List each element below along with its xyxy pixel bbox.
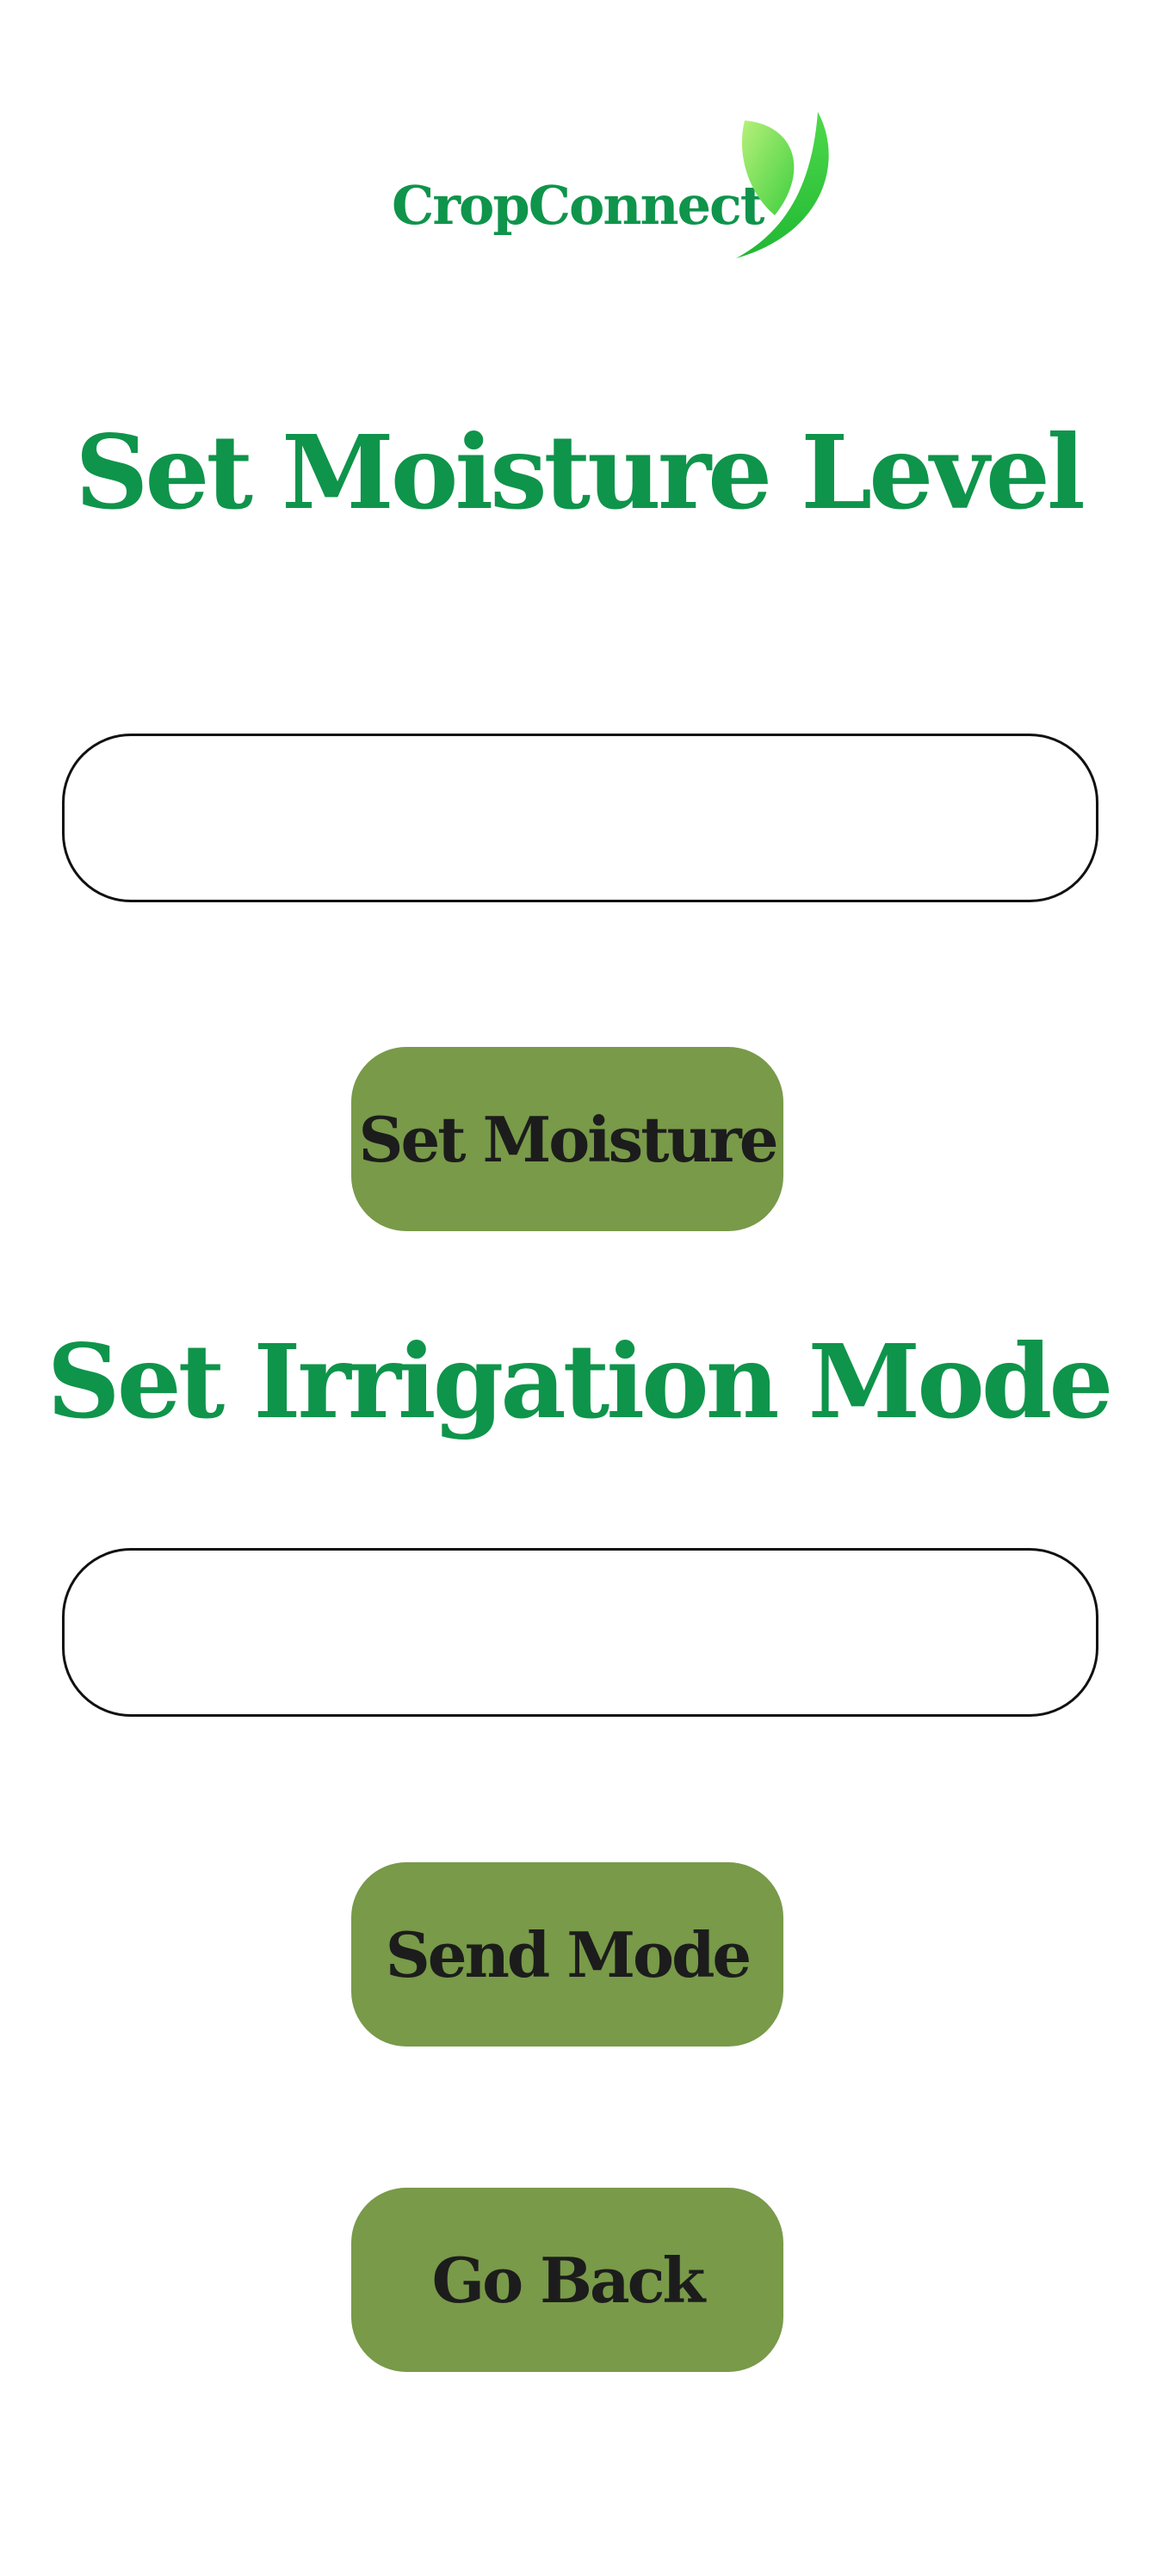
set-moisture-button[interactable]: Set Moisture: [351, 1047, 783, 1231]
irrigation-mode-input[interactable]: [62, 1548, 1098, 1717]
send-mode-button[interactable]: Send Mode: [351, 1862, 783, 2047]
leaf-icon: [736, 112, 829, 258]
irrigation-heading: Set Irrigation Mode: [46, 1322, 1113, 1441]
moisture-heading: Set Moisture Level: [75, 412, 1086, 532]
app-logo: CropConnect: [392, 112, 839, 267]
go-back-button[interactable]: Go Back: [351, 2188, 783, 2372]
brand-name: CropConnect: [392, 174, 764, 237]
moisture-input[interactable]: [62, 734, 1098, 902]
